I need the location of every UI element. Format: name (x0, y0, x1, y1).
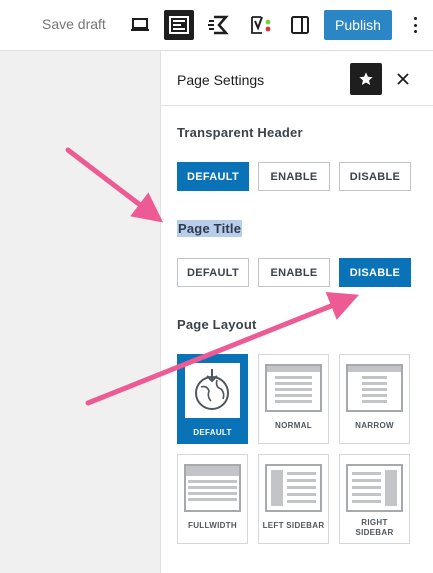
panel-title: Page Settings (177, 72, 265, 88)
right-sidebar-layout-thumbnail (346, 464, 403, 512)
yoast-seo-icon[interactable] (245, 10, 275, 40)
more-options-icon[interactable] (405, 13, 425, 37)
layout-fullwidth-card[interactable]: FULLWIDTH (177, 454, 248, 544)
layout-narrow-card[interactable]: NARROW (339, 354, 410, 444)
layout-normal-card[interactable]: NORMAL (258, 354, 329, 444)
layout-normal-label: NORMAL (275, 421, 312, 430)
page-title-disable-button[interactable]: DISABLE (339, 258, 411, 287)
close-icon[interactable] (391, 67, 415, 91)
transparent-header-title: Transparent Header (177, 125, 303, 140)
layout-right-sidebar-label-line2: SIDEBAR (355, 528, 394, 537)
layout-left-sidebar-label: LEFT SIDEBAR (262, 521, 325, 530)
editor-toolbar: Save draft Publish (0, 0, 433, 51)
page-layout-title: Page Layout (177, 317, 257, 332)
transparent-header-default-button[interactable]: DEFAULT (177, 162, 249, 191)
transparent-header-disable-button[interactable]: DISABLE (339, 162, 411, 191)
arrow-to-page-title (65, 147, 164, 223)
left-sidebar-layout-thumbnail (265, 464, 322, 512)
layout-right-sidebar-card[interactable]: RIGHT SIDEBAR (339, 454, 410, 544)
default-layout-thumbnail (185, 363, 240, 418)
spectra-icon[interactable] (205, 10, 235, 40)
layout-right-sidebar-label-line1: RIGHT (361, 518, 388, 527)
sidebar-toggle-icon[interactable] (285, 10, 315, 40)
fullwidth-layout-thumbnail (184, 464, 241, 512)
globe-icon (195, 369, 229, 410)
page-title-section-title: Page Title (177, 220, 243, 237)
layout-left-sidebar-card[interactable]: LEFT SIDEBAR (258, 454, 329, 544)
page-title-enable-button[interactable]: ENABLE (258, 258, 330, 287)
transparent-header-enable-button[interactable]: ENABLE (258, 162, 330, 191)
publish-button[interactable]: Publish (324, 10, 392, 40)
star-icon[interactable] (350, 63, 382, 95)
page-settings-panel: Page Settings Transparent Header DEFAULT… (160, 51, 433, 573)
normal-layout-thumbnail (265, 364, 322, 412)
layout-right-sidebar-label: RIGHT SIDEBAR (340, 518, 409, 538)
page-title-default-button[interactable]: DEFAULT (177, 258, 249, 287)
laptop-preview-icon[interactable] (125, 10, 155, 40)
panel-header: Page Settings (161, 51, 433, 106)
layout-default-card[interactable]: DEFAULT (177, 354, 248, 444)
save-draft-button[interactable]: Save draft (42, 16, 106, 32)
narrow-layout-thumbnail (346, 364, 403, 412)
astra-settings-icon[interactable] (164, 10, 194, 40)
layout-fullwidth-label: FULLWIDTH (188, 521, 237, 530)
layout-default-label: DEFAULT (193, 428, 232, 437)
layout-narrow-label: NARROW (355, 421, 394, 430)
